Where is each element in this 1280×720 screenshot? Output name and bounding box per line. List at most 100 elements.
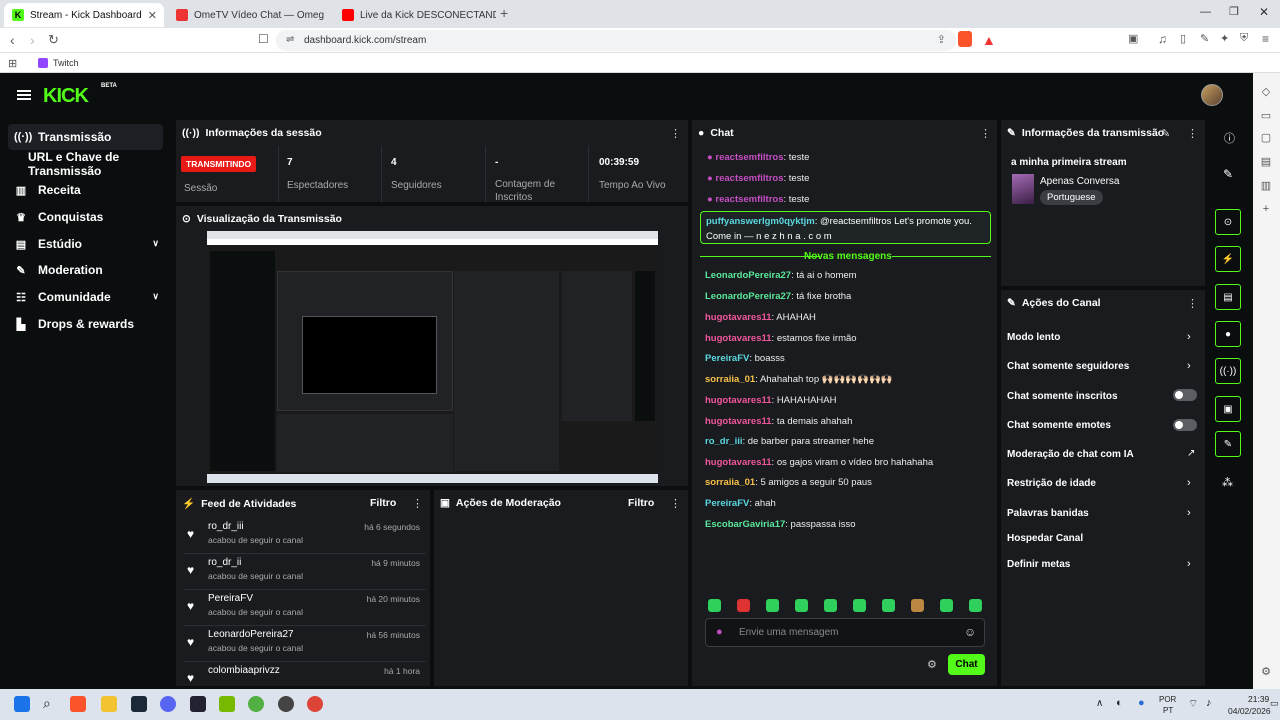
music-icon[interactable]: ♫ <box>1158 32 1167 46</box>
more-options-icon[interactable]: ⋮ <box>980 127 991 140</box>
tray-chevron-icon[interactable]: ∧ <box>1096 698 1103 709</box>
wallet-sidebar-icon[interactable]: ▢ <box>1259 131 1273 145</box>
chat-username[interactable]: PereiraFV <box>705 353 749 364</box>
obs-icon[interactable] <box>278 696 294 712</box>
category-name[interactable]: Apenas Conversa <box>1040 176 1120 187</box>
emote-icon[interactable] <box>882 599 895 612</box>
sidebar-toggle-icon[interactable]: ▣ <box>1128 32 1138 45</box>
chat-username[interactable]: PereiraFV <box>705 498 749 509</box>
sidebar-item-drops[interactable]: ▙ Drops & rewards <box>8 311 163 337</box>
leo-sidebar-icon[interactable]: ◇ <box>1259 85 1273 99</box>
brave-rewards-icon[interactable]: ▲ <box>982 32 996 48</box>
chevron-right-icon[interactable]: › <box>1187 331 1191 343</box>
site-info-icon[interactable]: ⇌ <box>286 34 294 45</box>
chat-username[interactable]: hugotavares11 <box>705 395 772 406</box>
sidebar-item-conquistas[interactable]: ♛ Conquistas <box>8 204 163 230</box>
close-window-icon[interactable]: ✕ <box>1259 5 1269 19</box>
url-input[interactable]: ⇌ dashboard.kick.com/stream ⇪ <box>276 30 956 51</box>
subscribers-only-toggle[interactable] <box>1173 389 1197 401</box>
emote-icon[interactable] <box>708 599 721 612</box>
brave-shields-icon[interactable] <box>958 31 972 47</box>
emote-icon[interactable] <box>795 599 808 612</box>
steam-icon[interactable] <box>131 696 147 712</box>
feed-filter-button[interactable]: Filtro <box>370 497 396 509</box>
more-options-icon[interactable]: ⋮ <box>670 497 681 510</box>
apps-icon[interactable]: ⁂ <box>1222 476 1233 489</box>
xbox-icon[interactable] <box>248 696 264 712</box>
action-chat-seguidores[interactable]: Chat somente seguidores <box>1007 361 1129 372</box>
send-chat-button[interactable]: Chat <box>948 654 985 675</box>
more-options-icon[interactable]: ⋮ <box>670 127 681 140</box>
emote-icon[interactable] <box>911 599 924 612</box>
emote-icon[interactable] <box>853 599 866 612</box>
menu-icon[interactable]: ≡ <box>1262 32 1269 46</box>
wifi-icon[interactable]: ⌔ <box>1188 697 1198 711</box>
minimize-icon[interactable]: — <box>1200 6 1211 18</box>
kick-logo[interactable]: KICK BETA <box>43 83 117 108</box>
tab-stream-kick[interactable]: K Stream - Kick Dashboard ✕ <box>4 3 164 27</box>
reading-list-icon[interactable]: ▥ <box>1259 179 1273 193</box>
chrome-icon[interactable] <box>307 696 323 712</box>
preview-toggle-icon[interactable]: ⊙ <box>1215 209 1241 235</box>
action-ia-moderation[interactable]: Moderação de chat com IA <box>1007 449 1134 460</box>
clock-time[interactable]: 21:39 <box>1248 694 1269 704</box>
chat-username[interactable]: reactsemfiltros <box>715 194 783 205</box>
file-explorer-icon[interactable] <box>101 696 117 712</box>
chat-username[interactable]: LeonardoPereira27 <box>705 291 791 302</box>
emoji-icon[interactable]: ☺ <box>964 625 976 639</box>
sidebar-item-estudio[interactable]: ▤ Estúdio ∨ <box>8 231 163 257</box>
wrench-icon[interactable]: ✎ <box>1215 431 1241 457</box>
chat-username[interactable]: reactsemfiltros <box>715 152 783 163</box>
news-icon[interactable]: ▭ <box>1259 109 1273 123</box>
back-icon[interactable]: ‹ <box>10 32 15 48</box>
emotes-only-toggle[interactable] <box>1173 419 1197 431</box>
notes-icon[interactable]: ▤ <box>1215 284 1241 310</box>
settings-gear-icon[interactable]: ⚙ <box>1259 665 1273 679</box>
close-tab-icon[interactable]: ✕ <box>148 9 157 22</box>
chat-username[interactable]: hugotavares11 <box>705 333 772 344</box>
tab-youtube-live[interactable]: Live da Kick DESCONECTANDO ou TE ✕ <box>334 3 496 27</box>
edit-icon[interactable]: ✎ <box>1161 127 1170 140</box>
chevron-right-icon[interactable]: › <box>1187 477 1191 489</box>
action-hospedar-canal[interactable]: Hospedar Canal <box>1007 533 1083 544</box>
sidebar-item-receita[interactable]: ▥ Receita <box>8 177 163 203</box>
emote-icon[interactable] <box>969 599 982 612</box>
mod-filter-button[interactable]: Filtro <box>628 497 654 509</box>
action-restricao-idade[interactable]: Restrição de idade <box>1007 478 1096 489</box>
chat-username[interactable]: sorraiia_01 <box>705 477 755 488</box>
new-messages-divider[interactable]: Novas mensagens <box>804 251 892 262</box>
moderation-icon[interactable]: ▣ <box>1215 396 1241 422</box>
leo-icon[interactable]: ✦ <box>1220 32 1229 45</box>
vpn-icon[interactable]: ⛨ <box>1240 32 1248 45</box>
chat-username[interactable]: reactsemfiltros <box>715 173 783 184</box>
chevron-right-icon[interactable]: › <box>1187 360 1191 372</box>
chat-username[interactable]: hugotavares11 <box>705 416 772 427</box>
chat-username[interactable]: ro_dr_iii <box>705 436 743 447</box>
wallet-icon[interactable]: ✎ <box>1200 32 1209 45</box>
bookmark-twitch[interactable]: Twitch <box>53 58 79 68</box>
language-indicator[interactable]: POR <box>1159 695 1176 704</box>
bookmark-icon[interactable]: ☐ <box>258 32 269 46</box>
emote-icon[interactable] <box>737 599 750 612</box>
chat-username[interactable]: hugotavares11 <box>705 457 772 468</box>
chat-username[interactable]: EscobarGaviria17 <box>705 519 785 530</box>
maximize-icon[interactable]: ❐ <box>1229 5 1239 18</box>
chat-username[interactable]: hugotavares11 <box>705 312 772 323</box>
more-options-icon[interactable]: ⋮ <box>1187 127 1198 140</box>
emote-icon[interactable] <box>824 599 837 612</box>
chat-username[interactable]: LeonardoPereira27 <box>705 270 791 281</box>
action-definir-metas[interactable]: Definir metas <box>1007 559 1070 570</box>
lightning-icon[interactable]: ⚡ <box>1215 246 1241 272</box>
emote-icon[interactable] <box>766 599 779 612</box>
action-palavras-banidas[interactable]: Palavras banidas <box>1007 508 1089 519</box>
chat-input[interactable]: ● Envie uma mensagem ☺ <box>705 618 985 647</box>
chat-username[interactable]: sorraiia_01 <box>705 374 755 385</box>
info-icon[interactable]: ⓘ <box>1224 130 1235 146</box>
chat-icon[interactable]: ● <box>1215 321 1241 347</box>
volume-icon[interactable]: ♪ <box>1206 697 1212 709</box>
nvidia-icon[interactable] <box>219 696 235 712</box>
pinned-message[interactable]: puffyanswerlgm0qyktjm: @reactsemfiltros … <box>700 211 991 244</box>
new-tab-icon[interactable]: + <box>500 5 508 21</box>
add-sidebar-icon[interactable]: + <box>1259 203 1273 217</box>
apps-grid-icon[interactable]: ⊞ <box>8 57 17 70</box>
